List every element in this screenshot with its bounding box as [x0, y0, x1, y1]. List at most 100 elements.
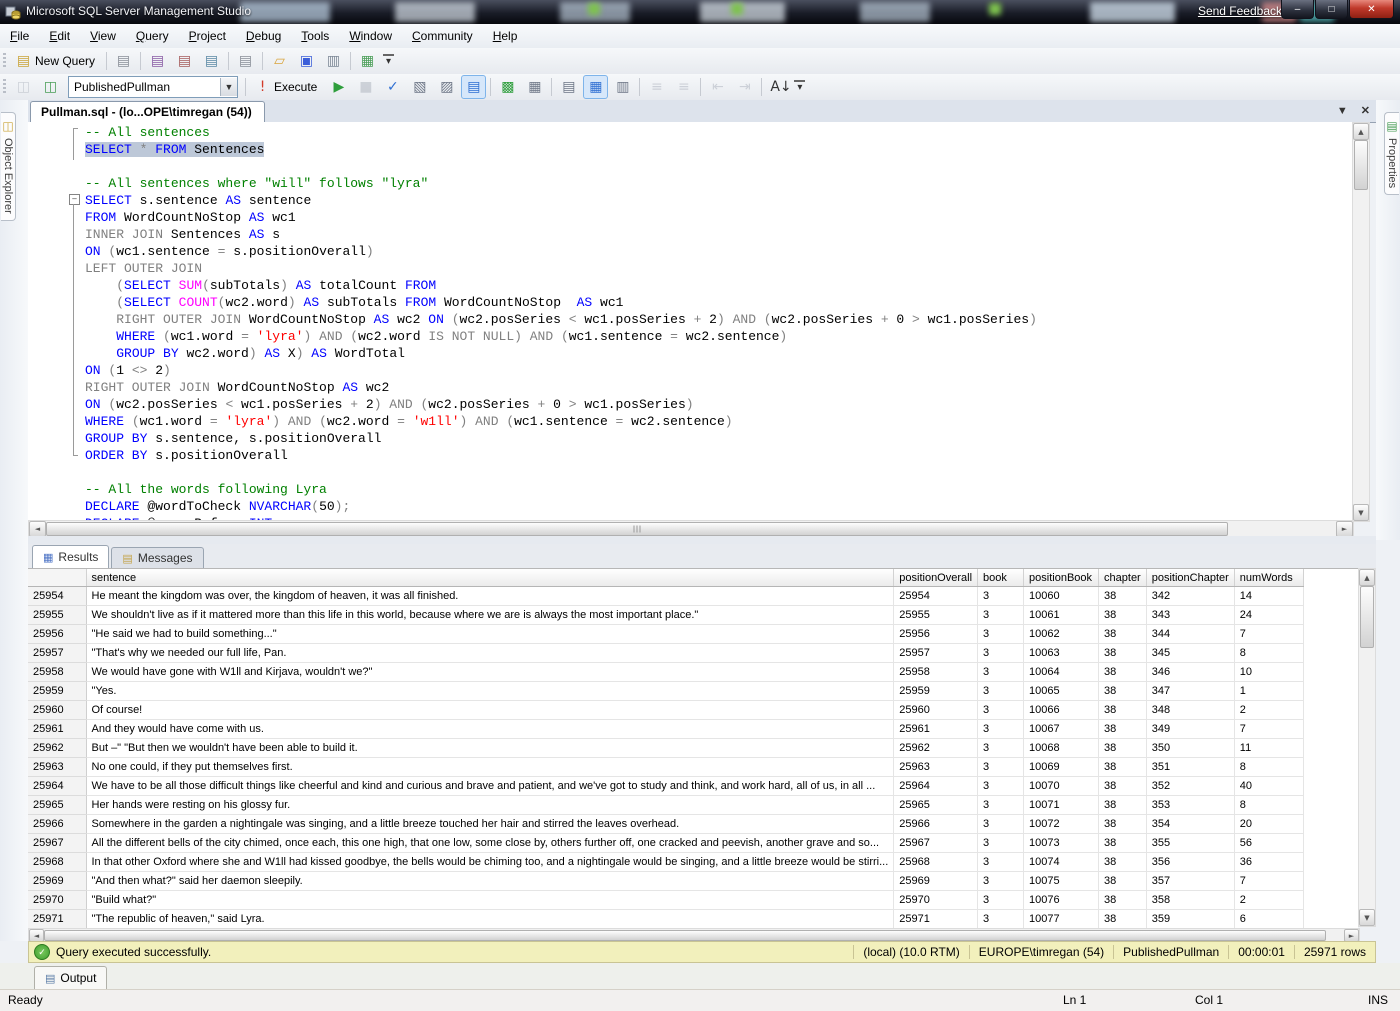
table-row[interactable]: 25963No one could, if they put themselve… — [28, 758, 1303, 777]
code-line[interactable]: RIGHT OUTER JOIN WordCountNoStop AS wc2 … — [85, 311, 1037, 328]
code-line[interactable]: GROUP BY s.sentence, s.positionOverall — [85, 430, 1037, 447]
results-to-text-icon[interactable]: ▤ — [556, 75, 581, 99]
analysis-query-icon[interactable]: ▤ — [233, 49, 258, 73]
scroll-up-icon[interactable]: ▲ — [1353, 123, 1369, 140]
table-row[interactable]: 25970"Build what?"25970310076383582 — [28, 891, 1303, 910]
code-line[interactable]: ON (wc2.posSeries < wc1.posSeries + 2) A… — [85, 396, 1037, 413]
tab-output[interactable]: ▤ Output — [34, 966, 107, 989]
database-selector[interactable]: PublishedPullman ▼ — [68, 76, 238, 98]
table-row[interactable]: 25958We would have gone with W1ll and Ki… — [28, 663, 1303, 682]
menu-file[interactable]: File — [0, 24, 39, 48]
results-to-grid-icon[interactable]: ▦ — [583, 75, 608, 99]
code-line[interactable]: GROUP BY wc2.word) AS X) AS WordTotal — [85, 345, 1037, 362]
debug-button[interactable]: ▶ — [326, 75, 351, 99]
table-row[interactable]: 25960Of course!25960310066383482 — [28, 701, 1303, 720]
column-header-positionBook[interactable]: positionBook — [1024, 569, 1099, 587]
xmla-query-icon[interactable]: ▤ — [199, 49, 224, 73]
menu-edit[interactable]: Edit — [39, 24, 80, 48]
code-line[interactable]: -- All sentences where "will" follows "l… — [85, 175, 1037, 192]
toolbar-grip[interactable] — [3, 79, 6, 95]
toolbar-overflow-icon[interactable]: ▾ — [383, 54, 394, 68]
menu-project[interactable]: Project — [179, 24, 236, 48]
menu-help[interactable]: Help — [483, 24, 528, 48]
show-results-pane-icon[interactable]: ▤ — [461, 75, 486, 99]
column-header-book[interactable]: book — [978, 569, 1024, 587]
table-row[interactable]: 25956"He said we had to build something.… — [28, 625, 1303, 644]
comment-selection-icon[interactable]: ≡ — [644, 75, 669, 99]
specify-template-parameters-icon[interactable]: ▨ — [434, 75, 459, 99]
table-row[interactable]: 25957"That's why we needed our full life… — [28, 644, 1303, 663]
code-line[interactable]: INNER JOIN Sentences AS s — [85, 226, 1037, 243]
scroll-down-icon[interactable]: ▼ — [1353, 504, 1369, 521]
code-line[interactable]: (SELECT SUM(subTotals) AS totalCount FRO… — [85, 277, 1037, 294]
code-line[interactable]: LEFT OUTER JOIN — [85, 260, 1037, 277]
tab-results[interactable]: ▦Results — [32, 545, 109, 568]
code-line[interactable]: SELECT * FROM Sentences — [85, 141, 1037, 158]
increase-indent-icon[interactable]: ⇥ — [732, 75, 757, 99]
tab-list-chevron-icon[interactable]: ▼ — [1337, 105, 1348, 117]
code-line[interactable]: DECLARE @wordToCheck NVARCHAR(50); — [85, 498, 1037, 515]
scroll-up-icon[interactable]: ▲ — [1359, 569, 1375, 586]
table-row[interactable]: 25971"The republic of heaven," said Lyra… — [28, 910, 1303, 929]
menu-community[interactable]: Community — [402, 24, 483, 48]
database-engine-query-icon[interactable]: ▤ — [111, 49, 136, 73]
code-line[interactable]: RIGHT OUTER JOIN WordCountNoStop AS wc2 — [85, 379, 1037, 396]
change-connection-icon[interactable]: ◫ — [38, 75, 63, 99]
pane-splitter[interactable] — [28, 536, 1376, 544]
menu-window[interactable]: Window — [339, 24, 402, 48]
close-button[interactable]: ✕ — [1349, 0, 1394, 19]
menu-tools[interactable]: Tools — [291, 24, 339, 48]
grid-vertical-scrollbar[interactable]: ▲ ▼ — [1358, 568, 1376, 927]
table-row[interactable]: 25955We shouldn't live as if it mattered… — [28, 606, 1303, 625]
column-header-positionOverall[interactable]: positionOverall — [894, 569, 978, 587]
stop-button[interactable]: ■ — [353, 75, 378, 99]
table-row[interactable]: 25959"Yes.25959310065383471 — [28, 682, 1303, 701]
mdx-query-icon[interactable]: ▤ — [145, 49, 170, 73]
send-feedback-link[interactable]: Send Feedback — [1198, 4, 1282, 18]
chevron-down-icon[interactable]: ▼ — [220, 78, 237, 96]
close-document-icon[interactable]: ✕ — [1361, 105, 1370, 117]
code-line[interactable]: ON (1 <> 2) — [85, 362, 1037, 379]
code-line[interactable]: FROM WordCountNoStop AS wc1 — [85, 209, 1037, 226]
code-line[interactable]: -- All sentences — [85, 124, 1037, 141]
table-row[interactable]: 25969"And then what?" said her daemon sl… — [28, 872, 1303, 891]
table-row[interactable]: 25967All the different bells of the city… — [28, 834, 1303, 853]
restore-button[interactable]: □ — [1315, 0, 1348, 19]
column-header-positionChapter[interactable]: positionChapter — [1146, 569, 1234, 587]
code-line[interactable]: WHERE (wc1.word = 'lyra') AND (wc2.word … — [85, 413, 1037, 430]
column-header-sentence[interactable]: sentence — [86, 569, 894, 587]
table-row[interactable]: 25961And they would have come with us.25… — [28, 720, 1303, 739]
connect-icon[interactable]: ◫ — [11, 75, 36, 99]
sidebar-tab-properties[interactable]: ▤ Properties — [1384, 112, 1399, 195]
code-line[interactable]: (SELECT COUNT(wc2.word) AS subTotals FRO… — [85, 294, 1037, 311]
query-designer-icon[interactable]: ▧ — [407, 75, 432, 99]
new-query-button[interactable]: ▤New Query — [11, 49, 102, 73]
code-line[interactable]: -- All the words following Lyra — [85, 481, 1037, 498]
menu-debug[interactable]: Debug — [236, 24, 291, 48]
scroll-down-icon[interactable]: ▼ — [1359, 909, 1375, 926]
code-line[interactable]: SELECT s.sentence AS sentence — [85, 192, 1037, 209]
sort-icon[interactable]: A↓ — [766, 75, 791, 99]
code-line[interactable]: WHERE (wc1.word = 'lyra') AND (wc2.word … — [85, 328, 1037, 345]
table-row[interactable]: 25954He meant the kingdom was over, the … — [28, 587, 1303, 606]
table-row[interactable]: 25966Somewhere in the garden a nightinga… — [28, 815, 1303, 834]
toolbar-overflow-icon[interactable]: ▾ — [794, 80, 805, 94]
scrollbar-thumb[interactable] — [1360, 586, 1374, 648]
toolbar-grip[interactable] — [3, 53, 6, 69]
code-line[interactable]: ORDER BY s.positionOverall — [85, 447, 1037, 464]
column-header-numWords[interactable]: numWords — [1234, 569, 1303, 587]
print-icon[interactable]: ▥ — [321, 49, 346, 73]
sidebar-tab-object-explorer[interactable]: ◫ Object Explorer — [1, 112, 16, 221]
parse-button[interactable]: ✓ — [380, 75, 405, 99]
scroll-left-icon[interactable]: ◄ — [29, 521, 46, 537]
dmx-query-icon[interactable]: ▤ — [172, 49, 197, 73]
save-icon[interactable]: ▣ — [294, 49, 319, 73]
table-row[interactable]: 25968In that other Oxford where she and … — [28, 853, 1303, 872]
column-header-row-selector[interactable] — [28, 569, 86, 587]
code-line[interactable] — [85, 158, 1037, 175]
fold-collapse-icon[interactable]: – — [69, 194, 80, 205]
tab-messages[interactable]: ▤Messages — [111, 547, 203, 568]
table-row[interactable]: 25965Her hands were resting on his gloss… — [28, 796, 1303, 815]
table-row[interactable]: 25962But –" "But then we wouldn't have b… — [28, 739, 1303, 758]
results-to-file-icon[interactable]: ▥ — [610, 75, 635, 99]
